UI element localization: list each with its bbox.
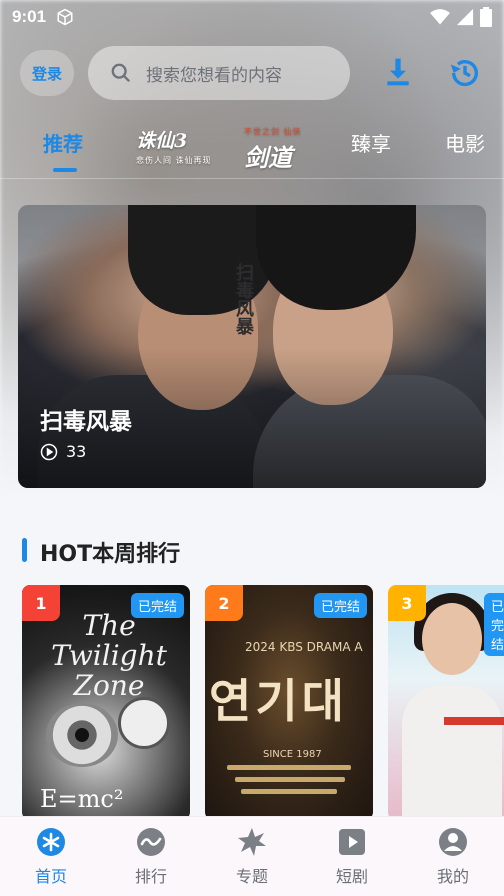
tab-zhuxian3[interactable]: 诛仙3 悲伤人间 诛仙再现	[136, 126, 212, 166]
tab-zhenxiang[interactable]: 臻享	[351, 128, 391, 157]
status-badge: 已完结	[130, 593, 184, 618]
tab-jiandao-sub: 不世之剑 仙侠	[244, 127, 302, 136]
profile-icon	[439, 828, 467, 856]
ranking-wave-icon	[137, 828, 165, 856]
tab-jiandao-label: 剑道	[244, 143, 292, 172]
home-asterisk-icon	[37, 828, 65, 856]
bottom-navigation: 首页 排行 专题 短剧 我的	[0, 816, 504, 896]
nav-topic[interactable]: 专题	[217, 827, 287, 887]
banner-title: 扫毒风暴	[40, 409, 132, 435]
top-toolbar: 登录 搜索您想看的内容	[0, 44, 504, 102]
history-icon[interactable]	[448, 56, 482, 90]
download-icon[interactable]	[382, 56, 414, 88]
nav-short-play[interactable]: 短剧	[317, 827, 387, 887]
card2-poster-line2: 연기대	[209, 674, 348, 728]
nav-home[interactable]: 首页	[16, 827, 86, 887]
card2-poster-stripe	[235, 777, 345, 782]
nav-profile[interactable]: 我的	[418, 827, 488, 887]
login-button[interactable]: 登录	[20, 50, 74, 96]
ranking-card-1[interactable]: The Twilight Zone E=mc² 1 已完结	[22, 585, 190, 820]
nav-topic-label: 专题	[235, 867, 268, 886]
card2-poster-stripe	[241, 789, 337, 794]
ranking-card-2[interactable]: 2024 KBS DRAMA A 연기대 SINCE 1987 2 已完结	[205, 585, 373, 820]
nav-ranking[interactable]: 排行	[116, 827, 186, 887]
tab-zhuxian3-label: 诛仙3	[136, 130, 188, 152]
cube-icon	[57, 8, 73, 26]
status-badge: 已完结	[313, 593, 367, 618]
tab-zhuxian3-sub: 悲伤人间 诛仙再现	[136, 156, 212, 165]
signal-icon	[456, 8, 474, 26]
category-tabs: 推荐 诛仙3 悲伤人间 诛仙再现 不世之剑 仙侠 剑道 臻享 电影	[0, 118, 504, 174]
status-bar: 9:01	[0, 0, 504, 34]
card2-poster-line3: SINCE 1987	[263, 749, 322, 760]
featured-banner[interactable]: 扫毒风暴	[18, 205, 486, 488]
card1-poster-formula: E=mc²	[40, 785, 124, 813]
nav-profile-label: 我的	[436, 867, 469, 886]
tab-jiandao[interactable]: 不世之剑 仙侠 剑道	[244, 126, 302, 173]
poster-vertical-title: 扫毒风暴	[233, 263, 254, 335]
section-accent-bar	[22, 538, 27, 562]
tab-movie[interactable]: 电影	[445, 128, 485, 157]
nav-short-play-label: 短剧	[335, 867, 368, 886]
nav-ranking-label: 排行	[134, 867, 167, 886]
status-badge: 已完结	[484, 593, 504, 656]
ranking-card-3[interactable]: 3 已完结	[388, 585, 504, 820]
card1-poster-clock	[118, 697, 170, 749]
banner-play-count: 33	[40, 442, 86, 461]
card1-poster-eye	[46, 703, 118, 767]
tabs-divider	[0, 178, 504, 179]
search-icon	[111, 63, 131, 83]
rank-badge: 2	[205, 585, 243, 621]
wifi-icon	[430, 9, 450, 25]
play-count-value: 33	[66, 442, 87, 461]
card3-poster-face	[422, 603, 482, 675]
rank-badge: 3	[388, 585, 426, 621]
battery-icon	[480, 7, 492, 27]
card2-poster-stripe	[227, 765, 351, 770]
card3-poster-figure	[402, 685, 502, 820]
card3-poster-gate	[444, 717, 504, 725]
status-time: 9:01	[12, 7, 47, 26]
play-circle-icon	[40, 443, 58, 460]
card2-poster-line1: 2024 KBS DRAMA A	[245, 640, 363, 654]
tab-recommend[interactable]: 推荐	[43, 128, 83, 157]
nav-home-label: 首页	[34, 867, 67, 886]
card1-poster-title: The Twilight Zone	[51, 609, 167, 702]
topic-star-icon	[238, 828, 266, 856]
search-input[interactable]: 搜索您想看的内容	[88, 46, 350, 100]
tab-active-indicator	[53, 168, 77, 172]
section-title: HOT本周排行	[40, 542, 181, 567]
rank-badge: 1	[22, 585, 60, 621]
search-placeholder: 搜索您想看的内容	[146, 65, 282, 86]
status-icons	[430, 7, 492, 27]
short-play-icon	[339, 829, 365, 855]
